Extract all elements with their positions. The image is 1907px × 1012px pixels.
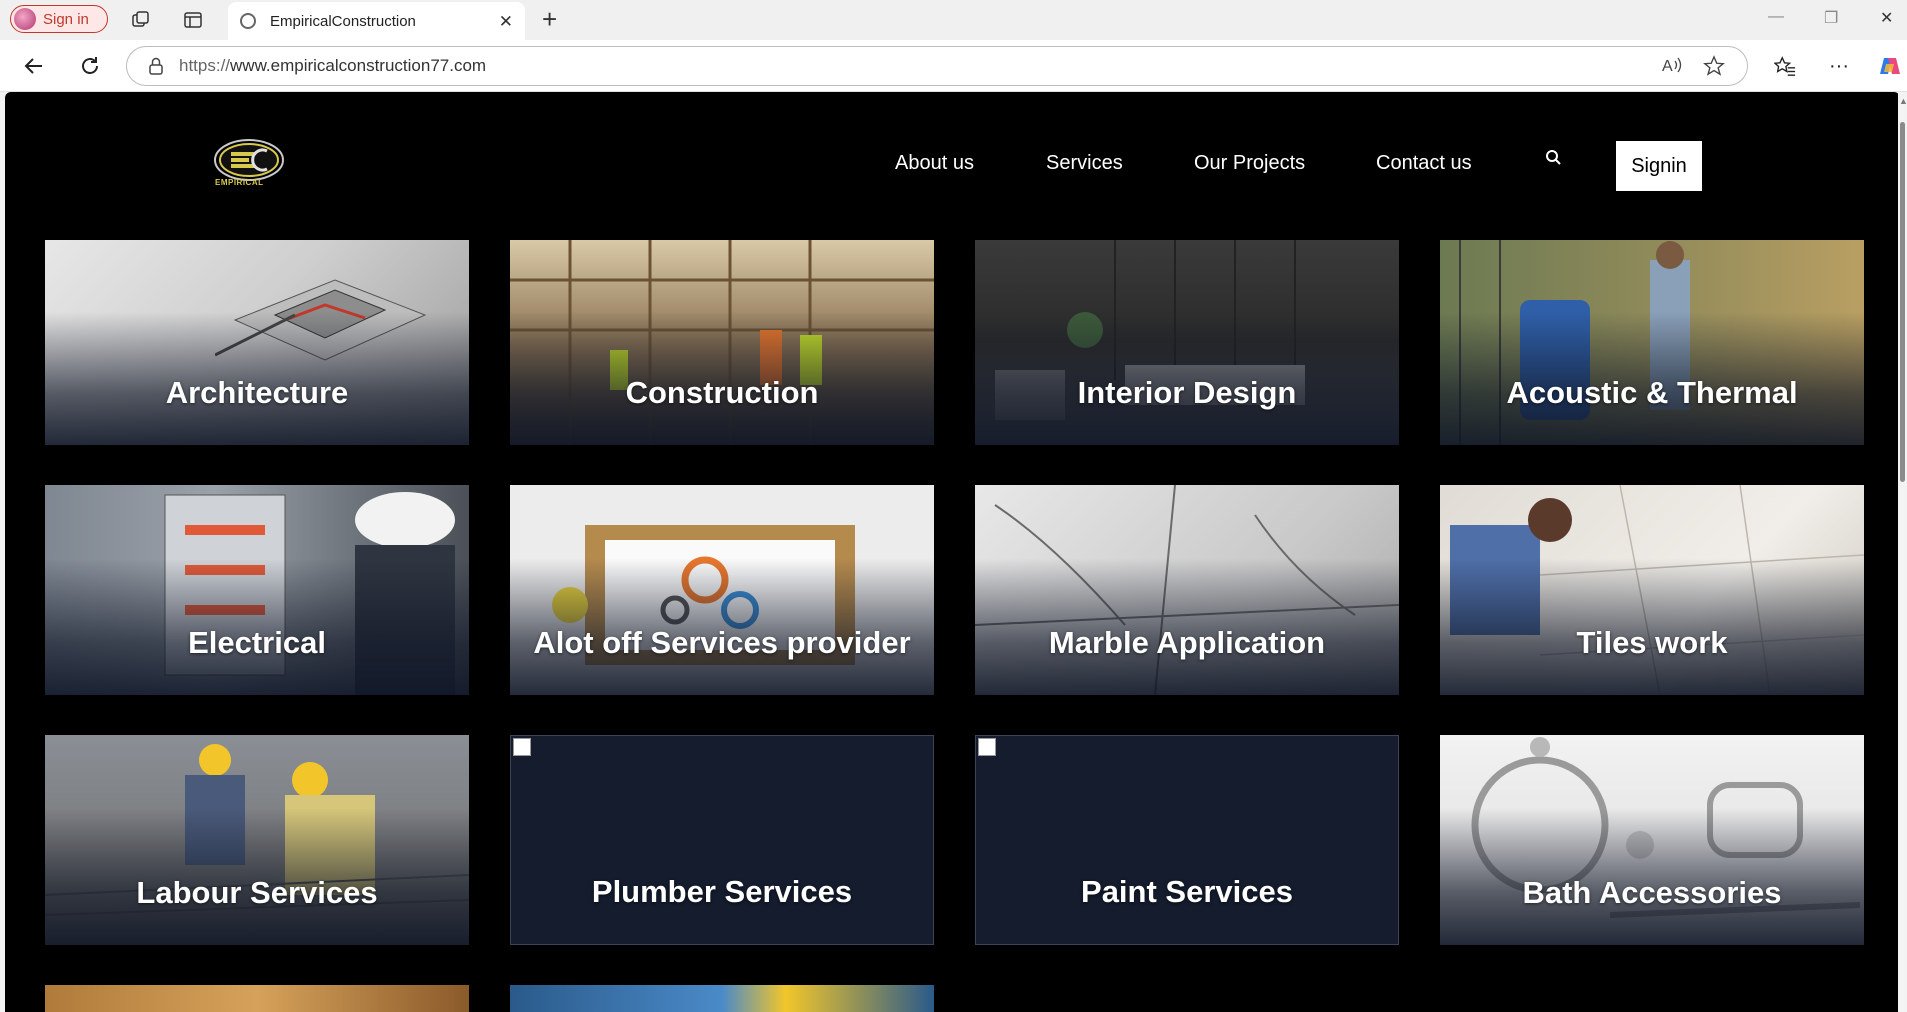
more-options-icon[interactable]: ···: [1825, 52, 1853, 80]
new-tab-button[interactable]: +: [542, 5, 557, 33]
broken-image-icon: [978, 738, 996, 756]
card-overlay: [45, 735, 469, 945]
copilot-icon[interactable]: [1876, 52, 1904, 80]
service-card-plumber[interactable]: Plumber Services: [510, 735, 934, 945]
back-icon[interactable]: [20, 52, 48, 80]
web-page: EMPIRICAL About us Services Our Projects…: [5, 92, 1900, 1012]
service-card-partial-2[interactable]: [510, 985, 934, 1012]
service-card-paint[interactable]: Paint Services: [975, 735, 1399, 945]
site-header: EMPIRICAL About us Services Our Projects…: [5, 92, 1900, 232]
profile-button[interactable]: Sign in: [10, 5, 108, 33]
close-window-icon[interactable]: ✕: [1880, 8, 1893, 28]
nav-our-projects[interactable]: Our Projects: [1194, 152, 1305, 175]
card-title: Electrical: [188, 625, 326, 660]
avatar: [14, 8, 36, 30]
card-title: Labour Services: [136, 875, 378, 910]
broken-image-icon: [513, 738, 531, 756]
minimize-icon[interactable]: —: [1768, 8, 1784, 26]
lock-icon[interactable]: [149, 57, 163, 75]
tab-title: EmpiricalConstruction: [270, 12, 416, 30]
card-overlay: [510, 485, 934, 695]
service-card-interior-design[interactable]: Interior Design: [975, 240, 1399, 445]
logo-text: EMPIRICAL: [215, 178, 264, 187]
nav-contact-us[interactable]: Contact us: [1376, 152, 1472, 175]
service-card-labour[interactable]: Labour Services: [45, 735, 469, 945]
browser-tab-bar: Sign in EmpiricalConstruction ✕ + — ❐ ✕: [0, 0, 1907, 40]
svg-text:A: A: [1662, 58, 1673, 75]
restore-icon[interactable]: ❐: [1824, 8, 1838, 28]
card-title: Construction: [625, 375, 819, 410]
signin-button[interactable]: Signin: [1616, 141, 1702, 191]
card-title: Paint Services: [1081, 874, 1293, 909]
scroll-up-icon[interactable]: ▲: [1899, 96, 1907, 106]
url-input[interactable]: https://www.empiricalconstruction77.com …: [126, 46, 1748, 86]
site-favicon-icon: [240, 13, 256, 29]
service-card-tiles[interactable]: Tiles work: [1440, 485, 1864, 695]
service-card-services-provider[interactable]: Alot off Services provider: [510, 485, 934, 695]
scrollbar-thumb[interactable]: [1900, 122, 1905, 482]
card-overlay: [45, 240, 469, 445]
card-overlay: [45, 485, 469, 695]
card-title: Tiles work: [1576, 625, 1728, 660]
profile-label: Sign in: [43, 10, 89, 28]
read-aloud-icon[interactable]: A: [1661, 55, 1683, 81]
workspaces-icon[interactable]: [129, 8, 153, 32]
active-tab[interactable]: EmpiricalConstruction ✕: [228, 2, 525, 40]
card-title: Acoustic & Thermal: [1506, 375, 1798, 410]
service-card-acoustic-thermal[interactable]: Acoustic & Thermal: [1440, 240, 1864, 445]
card-title: Architecture: [165, 375, 349, 410]
card-overlay: [975, 240, 1399, 445]
service-card-construction[interactable]: Construction: [510, 240, 934, 445]
nav-about-us[interactable]: About us: [895, 152, 974, 175]
url-text: https://www.empiricalconstruction77.com: [179, 56, 487, 75]
card-overlay: [1440, 485, 1864, 695]
search-icon[interactable]: [1545, 149, 1562, 171]
service-card-electrical[interactable]: Electrical: [45, 485, 469, 695]
vertical-tabs-icon[interactable]: [181, 8, 205, 32]
card-title: Alot off Services provider: [533, 625, 911, 660]
card-overlay: [975, 485, 1399, 695]
card-overlay: [510, 240, 934, 445]
service-card-bath-accessories[interactable]: Bath Accessories: [1440, 735, 1864, 945]
service-card-marble[interactable]: Marble Application: [975, 485, 1399, 695]
favorites-icon[interactable]: [1771, 52, 1799, 80]
card-overlay: [1440, 735, 1864, 945]
favorite-star-icon[interactable]: [1703, 55, 1725, 83]
browser-address-bar: https://www.empiricalconstruction77.com …: [0, 40, 1907, 92]
refresh-icon[interactable]: [76, 52, 104, 80]
card-title: Plumber Services: [591, 874, 853, 909]
service-card-architecture[interactable]: Architecture: [45, 240, 469, 445]
nav-services[interactable]: Services: [1046, 152, 1123, 175]
close-tab-icon[interactable]: ✕: [499, 12, 513, 32]
card-title: Bath Accessories: [1522, 875, 1782, 910]
card-title: Marble Application: [1048, 625, 1326, 660]
card-title: Interior Design: [1077, 375, 1297, 410]
service-card-partial-1[interactable]: [45, 985, 469, 1012]
card-overlay: [1440, 240, 1864, 445]
page-scrollbar[interactable]: ▲: [1898, 92, 1907, 1012]
